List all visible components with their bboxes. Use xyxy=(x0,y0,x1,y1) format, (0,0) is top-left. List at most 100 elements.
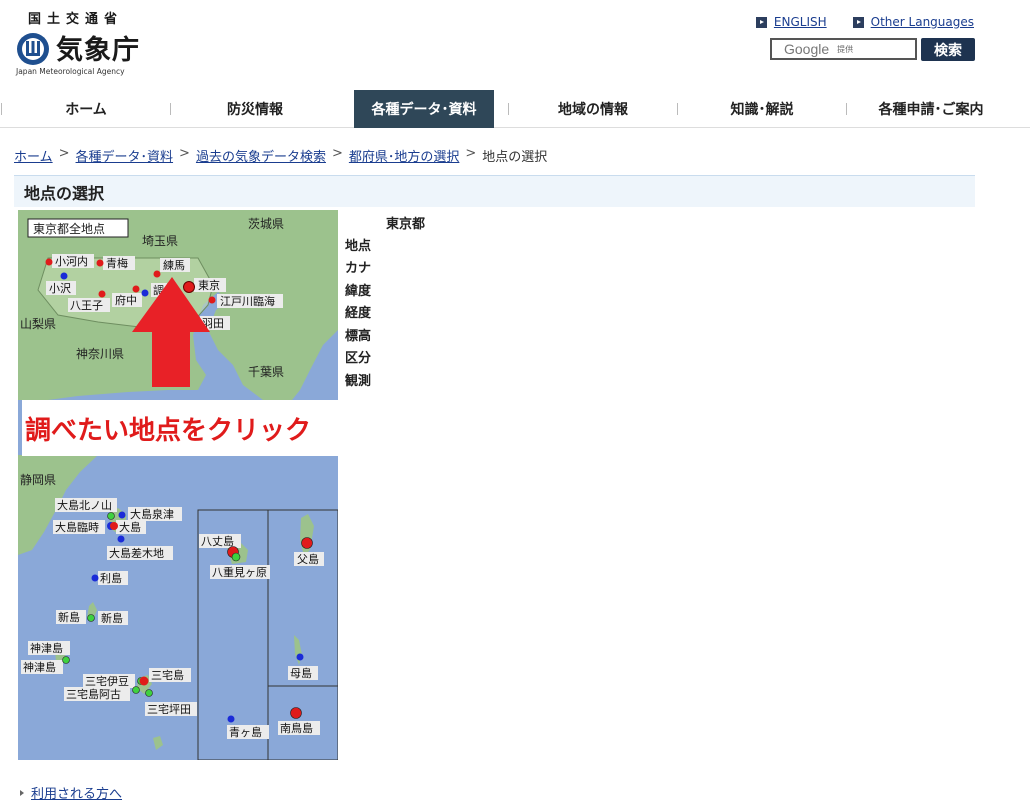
arrow-right-icon xyxy=(852,16,864,28)
breadcrumb-past-data-search[interactable]: 過去の気象データ検索 xyxy=(196,146,326,165)
station-label-kozushima-1[interactable]: 神津島 xyxy=(30,641,63,655)
language-links: ENGLISH Other Languages xyxy=(755,15,974,29)
global-nav: ホーム 防災情報 各種データ･資料 地域の情報 知識･解説 各種申請･ご案内 xyxy=(0,90,1030,128)
nav-disaster-info[interactable]: 防災情報 xyxy=(170,90,325,128)
pref-label-chiba: 千葉県 xyxy=(248,365,284,379)
jma-logo[interactable]: 国土交通省 気象庁 Japan Meteorological Agency xyxy=(16,8,156,78)
station-dot[interactable] xyxy=(110,522,118,530)
nav-knowledge[interactable]: 知識･解説 xyxy=(677,90,832,128)
for-users-label: 利用される方へ xyxy=(31,787,123,802)
station-dot[interactable] xyxy=(141,289,149,297)
station-dot[interactable] xyxy=(290,707,302,719)
station-label-tokyo[interactable]: 東京 xyxy=(198,278,220,292)
nav-regional-info[interactable]: 地域の情報 xyxy=(508,90,663,128)
english-link[interactable]: ENGLISH xyxy=(755,15,827,29)
station-label-miyake-izu[interactable]: 三宅伊豆 xyxy=(85,674,129,688)
station-dot[interactable] xyxy=(107,512,115,520)
station-label-chichijima[interactable]: 父島 xyxy=(297,552,319,566)
breadcrumb-separator: > xyxy=(331,146,343,161)
logo-english-name: Japan Meteorological Agency xyxy=(16,67,125,76)
station-dot[interactable] xyxy=(153,270,161,278)
station-dot[interactable] xyxy=(132,686,140,694)
breadcrumb-home[interactable]: ホーム xyxy=(14,146,53,165)
google-logo: Google xyxy=(784,41,830,57)
breadcrumb-prefecture-select[interactable]: 都府県･地方の選択 xyxy=(349,146,460,165)
station-label-hachioji[interactable]: 八王子 xyxy=(70,299,103,312)
station-dot[interactable] xyxy=(117,535,125,543)
info-label-category: 区分 xyxy=(345,351,372,366)
station-dot[interactable] xyxy=(145,689,153,697)
logo-agency-name: 気象庁 xyxy=(56,35,140,66)
search-button[interactable]: 検索 xyxy=(921,38,975,61)
station-label-miyakejima[interactable]: 三宅島 xyxy=(151,668,184,682)
site-search: Google 提供 検索 xyxy=(770,38,975,61)
station-label-edogawa-rinkai[interactable]: 江戸川臨海 xyxy=(220,294,275,308)
breadcrumb-data[interactable]: 各種データ･資料 xyxy=(76,146,174,165)
station-label-aogashima[interactable]: 青ヶ島 xyxy=(229,725,262,739)
info-label-latitude: 緯度 xyxy=(345,283,372,299)
station-dot[interactable] xyxy=(132,285,140,293)
nav-data[interactable]: 各種データ･資料 xyxy=(354,90,494,128)
station-label-ome[interactable]: 青梅 xyxy=(106,256,128,270)
station-dot[interactable] xyxy=(91,574,99,582)
breadcrumb-separator: > xyxy=(58,146,70,161)
station-map-svg[interactable]: 東京都全地点 茨城県 埼玉県 山梨県 神奈川県 千葉県 静岡県 小河内 青梅 練… xyxy=(18,210,338,760)
station-label-oshima-sentsu[interactable]: 大島泉津 xyxy=(130,507,174,521)
station-label-miyakejima-ako[interactable]: 三宅島阿古 xyxy=(66,687,121,701)
station-info-panel: 地点 カナ 緯度 経度 標高 区分 観測 xyxy=(345,213,371,393)
station-dot[interactable] xyxy=(60,272,68,280)
station-label-oshima-rinji[interactable]: 大島臨時 xyxy=(55,520,99,534)
station-label-oshima[interactable]: 大島 xyxy=(119,520,141,534)
arrow-right-icon xyxy=(20,789,24,796)
search-input[interactable]: Google 提供 xyxy=(770,38,917,60)
station-label-oshima-kitanoyama[interactable]: 大島北ノ山 xyxy=(57,498,112,512)
station-dot[interactable] xyxy=(45,258,53,266)
station-label-kozushima-2[interactable]: 神津島 xyxy=(23,660,56,674)
info-label-station: 地点 xyxy=(345,238,372,254)
station-dot[interactable] xyxy=(118,511,126,519)
station-label-hahajima[interactable]: 母島 xyxy=(290,666,312,680)
station-label-niijima-1[interactable]: 新島 xyxy=(58,610,80,624)
nav-home[interactable]: ホーム xyxy=(1,90,156,128)
jma-emblem-icon xyxy=(17,33,49,65)
breadcrumb: ホーム > 各種データ･資料 > 過去の気象データ検索 > 都府県･地方の選択 > 地点… xyxy=(14,146,547,165)
station-dot[interactable] xyxy=(87,614,95,622)
other-languages-link[interactable]: Other Languages xyxy=(852,15,974,29)
station-label-fuchu[interactable]: 府中 xyxy=(115,293,137,307)
station-dot[interactable] xyxy=(98,290,106,298)
station-label-minamitorishima[interactable]: 南鳥島 xyxy=(280,721,313,735)
station-dot[interactable] xyxy=(208,296,216,304)
station-dot[interactable] xyxy=(139,676,149,686)
prefecture-name: 東京都 xyxy=(386,217,426,232)
arrow-right-icon xyxy=(755,16,767,28)
station-dot-tokyo[interactable] xyxy=(183,281,195,293)
breadcrumb-separator: > xyxy=(465,146,477,161)
station-label-oshima-sashikiji[interactable]: 大島差木地 xyxy=(109,546,164,560)
station-label-toshima[interactable]: 利島 xyxy=(100,571,122,585)
page-title: 地点の選択 xyxy=(14,175,975,207)
station-label-miyake-tsubota[interactable]: 三宅坪田 xyxy=(147,702,191,716)
station-dot[interactable] xyxy=(62,656,70,664)
breadcrumb-separator: > xyxy=(179,146,190,161)
pref-label-kanagawa: 神奈川県 xyxy=(76,347,124,361)
pref-label-yamanashi: 山梨県 xyxy=(20,317,56,331)
pref-label-shizuoka: 静岡県 xyxy=(20,473,56,487)
station-label-ogouchi[interactable]: 小河内 xyxy=(55,254,88,268)
nav-applications[interactable]: 各種申請･ご案内 xyxy=(846,90,1001,128)
station-dot[interactable] xyxy=(301,537,313,549)
station-label-hachijo-mihara[interactable]: 八重見ヶ原 xyxy=(212,565,267,579)
station-label-ozawa[interactable]: 小沢 xyxy=(49,281,71,295)
station-label-niijima-2[interactable]: 新島 xyxy=(101,611,123,625)
station-dot[interactable] xyxy=(96,259,104,267)
station-dot[interactable] xyxy=(227,715,235,723)
info-label-kana: カナ xyxy=(345,261,372,276)
info-label-longitude: 経度 xyxy=(345,306,372,321)
logo-ministry-text: 国土交通省 xyxy=(28,12,124,27)
station-label-nerima[interactable]: 練馬 xyxy=(163,258,185,272)
info-label-observation: 観測 xyxy=(345,373,372,389)
for-users-link[interactable]: 利用される方へ xyxy=(20,783,122,802)
station-dot[interactable] xyxy=(231,552,241,562)
station-label-hachijojima[interactable]: 八丈島 xyxy=(201,534,234,548)
station-dot[interactable] xyxy=(296,653,304,661)
station-map[interactable]: 東京都全地点 茨城県 埼玉県 山梨県 神奈川県 千葉県 静岡県 小河内 青梅 練… xyxy=(18,210,338,760)
